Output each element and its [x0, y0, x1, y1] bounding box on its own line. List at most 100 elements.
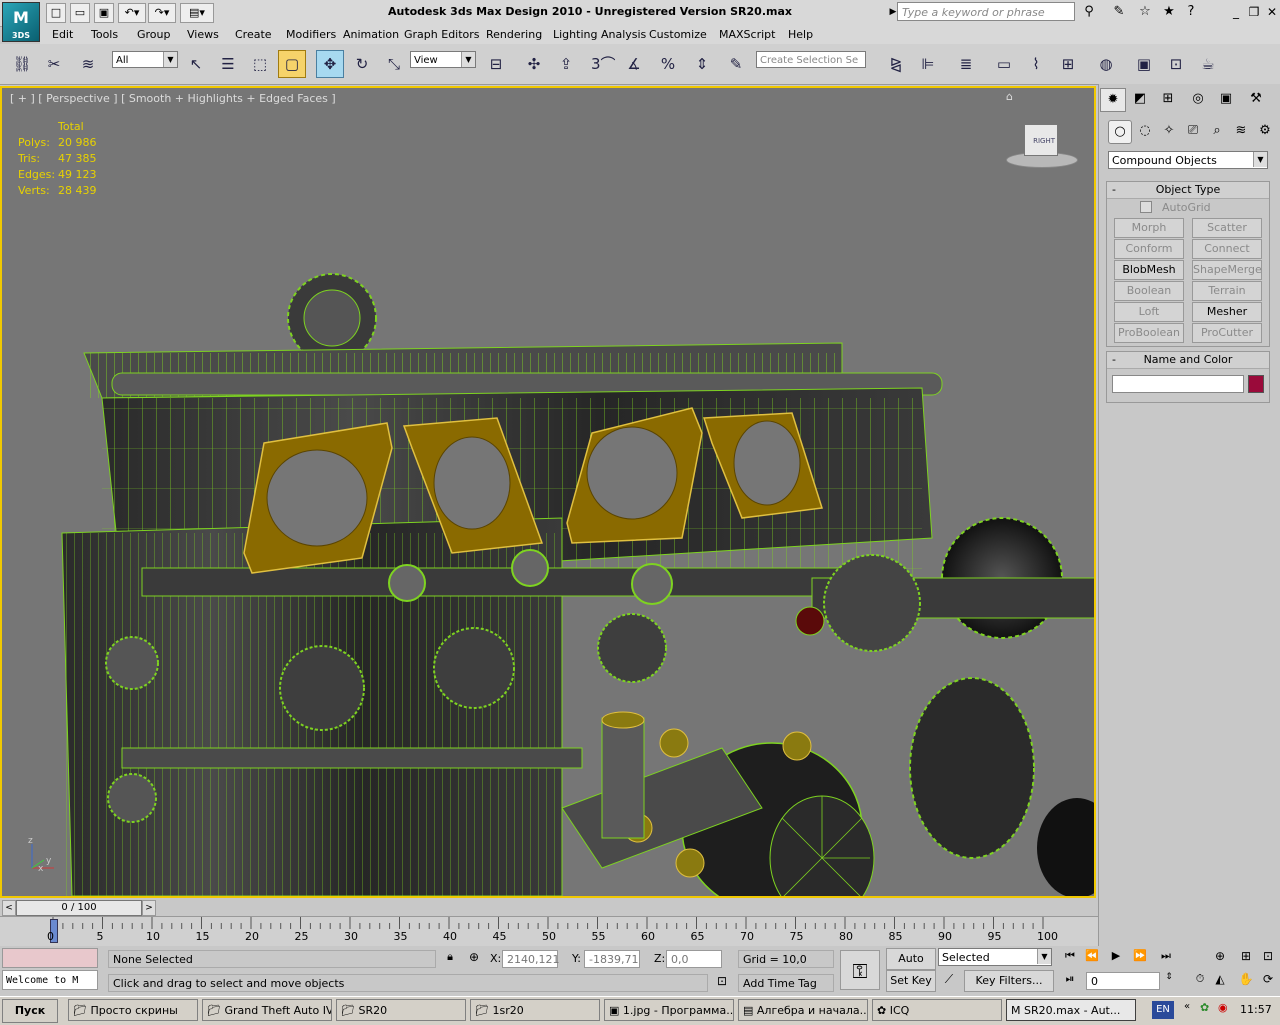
create-tab-icon[interactable]: ✹ — [1100, 88, 1126, 112]
window-crossing-icon[interactable]: ▢ — [278, 50, 306, 78]
geometry-category-icon[interactable]: ○ — [1108, 120, 1132, 144]
help-icon[interactable]: ? — [1182, 3, 1200, 21]
go-to-end-icon[interactable]: ⏭ — [1156, 949, 1176, 963]
select-object-icon[interactable]: ↖ — [182, 50, 210, 78]
menu-edit[interactable]: Edit — [52, 28, 73, 41]
terrain-button[interactable]: Terrain — [1192, 281, 1262, 301]
spinner-snap-icon[interactable]: ⇕ — [688, 50, 716, 78]
taskbar-item-folder[interactable]: 📁︎ Grand Theft Auto IV — [202, 999, 332, 1021]
autogrid-checkbox[interactable] — [1140, 201, 1152, 213]
taskbar-item-image-viewer[interactable]: ▣ 1.jpg - Программа... — [604, 999, 734, 1021]
modify-tab-icon[interactable]: ◩ — [1128, 88, 1152, 110]
shapemerge-button[interactable]: ShapeMerge — [1192, 260, 1262, 280]
menu-modifiers[interactable]: Modifiers — [286, 28, 336, 41]
taskbar-item-icq[interactable]: ✿ ICQ — [872, 999, 1002, 1021]
key-mode-toggle-icon[interactable]: ⏯ — [1060, 972, 1080, 986]
previous-frame-button[interactable]: < — [2, 900, 16, 916]
display-tab-icon[interactable]: ▣ — [1214, 88, 1238, 110]
tray-expand-icon[interactable]: « — [1184, 1001, 1198, 1012]
named-selection-sets-input[interactable]: Create Selection Se — [756, 51, 866, 68]
perspective-viewport[interactable]: [ + ] [ Perspective ] [ Smooth + Highlig… — [0, 86, 1096, 898]
select-and-manipulate-icon[interactable]: ✣ — [520, 50, 548, 78]
infocenter-search-input[interactable]: Type a keyword or phrase — [897, 2, 1075, 21]
home-icon[interactable]: ⌂ — [1006, 90, 1013, 103]
motion-tab-icon[interactable]: ◎ — [1186, 88, 1210, 110]
previous-key-icon[interactable]: ⏪ — [1082, 949, 1102, 962]
selection-filter-dropdown[interactable]: All ▼ — [112, 51, 178, 68]
add-time-tag-button[interactable]: Add Time Tag — [738, 974, 834, 992]
zoom-icon[interactable]: ⊕ — [1210, 949, 1230, 963]
orbit-icon[interactable]: ⟳ — [1258, 972, 1278, 986]
viewcube[interactable]: RIGHT — [1004, 118, 1078, 168]
menu-views[interactable]: Views — [187, 28, 219, 41]
key-mode-dropdown[interactable]: Selected ▼ — [938, 948, 1052, 966]
object-category-dropdown[interactable]: Compound Objects ▼ — [1108, 151, 1268, 169]
name-and-color-header[interactable]: - Name and Color — [1107, 352, 1269, 369]
object-color-swatch[interactable] — [1248, 375, 1264, 393]
menu-rendering[interactable]: Rendering — [486, 28, 542, 41]
language-indicator[interactable]: EN — [1152, 1001, 1174, 1019]
taskbar-item-folder[interactable]: 📁︎ Просто скрины — [68, 999, 198, 1021]
systems-category-icon[interactable]: ⚙ — [1254, 120, 1276, 142]
edit-named-selection-icon[interactable]: ✎ — [722, 50, 750, 78]
object-name-input[interactable] — [1112, 375, 1244, 393]
curve-editor-icon[interactable]: ⌇ — [1022, 50, 1050, 78]
pivot-point-center-icon[interactable]: ⊟ — [482, 50, 510, 78]
restore-icon[interactable]: ❐ — [1246, 4, 1262, 20]
boolean-button[interactable]: Boolean — [1114, 281, 1184, 301]
set-key-button[interactable]: Set Key — [886, 970, 936, 992]
communication-center-icon[interactable]: ✎ — [1110, 3, 1128, 21]
z-coordinate-input[interactable]: 0,0 — [666, 950, 722, 968]
menu-group[interactable]: Group — [137, 28, 171, 41]
schematic-view-icon[interactable]: ⊞ — [1054, 50, 1082, 78]
select-and-scale-icon[interactable]: ⤡ — [380, 50, 408, 78]
new-file-icon[interactable]: □ — [46, 3, 66, 23]
minimize-icon[interactable]: _ — [1228, 4, 1244, 20]
viewcube-face[interactable]: RIGHT — [1024, 124, 1058, 156]
default-in-out-tangent-icon[interactable]: ⟋ — [938, 972, 960, 990]
favorites-icon[interactable]: ☆ — [1136, 3, 1154, 21]
conform-button[interactable]: Conform — [1114, 239, 1184, 259]
snaps-toggle-icon[interactable]: 3⌒ — [590, 50, 620, 78]
pan-icon[interactable]: ✋ — [1236, 972, 1256, 986]
zoom-all-icon[interactable]: ⊞ — [1236, 949, 1256, 963]
menu-tools[interactable]: Tools — [91, 28, 118, 41]
menu-customize[interactable]: Customize — [649, 28, 707, 41]
open-file-icon[interactable]: ▭ — [70, 3, 90, 23]
app-logo-button[interactable]: M 3DS — [2, 2, 40, 42]
viewport-label-menu[interactable]: [ + ] [ Perspective ] [ Smooth + Highlig… — [10, 92, 336, 105]
save-icon[interactable]: ▣ — [94, 3, 114, 23]
y-coordinate-input[interactable]: -1839,71 — [584, 950, 640, 968]
connect-button[interactable]: Connect — [1192, 239, 1262, 259]
proboolean-button[interactable]: ProBoolean — [1114, 323, 1184, 343]
render-setup-icon[interactable]: ▣ — [1130, 50, 1158, 78]
taskbar-item-3dsmax[interactable]: M SR20.max - Aut... — [1006, 999, 1136, 1021]
keyboard-shortcut-override-icon[interactable]: ⇪ — [552, 50, 580, 78]
auto-key-button[interactable]: Auto Key — [886, 948, 936, 985]
start-button[interactable]: Пуск — [2, 999, 58, 1023]
redo-icon[interactable]: ↷▾ — [148, 3, 176, 23]
reference-coordinate-dropdown[interactable]: View ▼ — [410, 51, 476, 68]
field-of-view-icon[interactable]: ◭ — [1210, 972, 1230, 986]
frame-spinner-icon[interactable]: ⇕ — [1162, 972, 1176, 982]
cameras-category-icon[interactable]: ⎚ — [1182, 120, 1204, 142]
absolute-mode-icon[interactable]: ⊕ — [464, 950, 484, 968]
maxscript-listener-output[interactable]: Welcome to M — [2, 970, 98, 990]
select-and-rotate-icon[interactable]: ↻ — [348, 50, 376, 78]
angle-snap-icon[interactable]: ∡ — [620, 50, 648, 78]
scatter-button[interactable]: Scatter — [1192, 218, 1262, 238]
favorites-star-icon[interactable]: ★ — [1160, 3, 1178, 21]
render-production-icon[interactable]: ☕ — [1194, 50, 1222, 78]
x-coordinate-input[interactable]: 2140,121 — [502, 950, 560, 968]
rectangular-selection-icon[interactable]: ⬚ — [246, 50, 274, 78]
go-to-start-icon[interactable]: ⏮ — [1060, 949, 1080, 963]
select-and-link-icon[interactable]: ⛓ — [8, 50, 36, 78]
graphite-modeling-tools-icon[interactable]: ▭ — [990, 50, 1018, 78]
antivirus-tray-icon[interactable]: ◉ — [1218, 1001, 1234, 1014]
menu-create[interactable]: Create — [235, 28, 272, 41]
hierarchy-tab-icon[interactable]: ⊞ — [1156, 88, 1180, 110]
binoculars-icon[interactable]: ⚲ — [1080, 3, 1098, 21]
select-and-move-icon[interactable]: ✥ — [316, 50, 344, 78]
space-warps-category-icon[interactable]: ≋ — [1230, 120, 1252, 142]
taskbar-item-folder[interactable]: 📁︎ 1sr20 — [470, 999, 600, 1021]
